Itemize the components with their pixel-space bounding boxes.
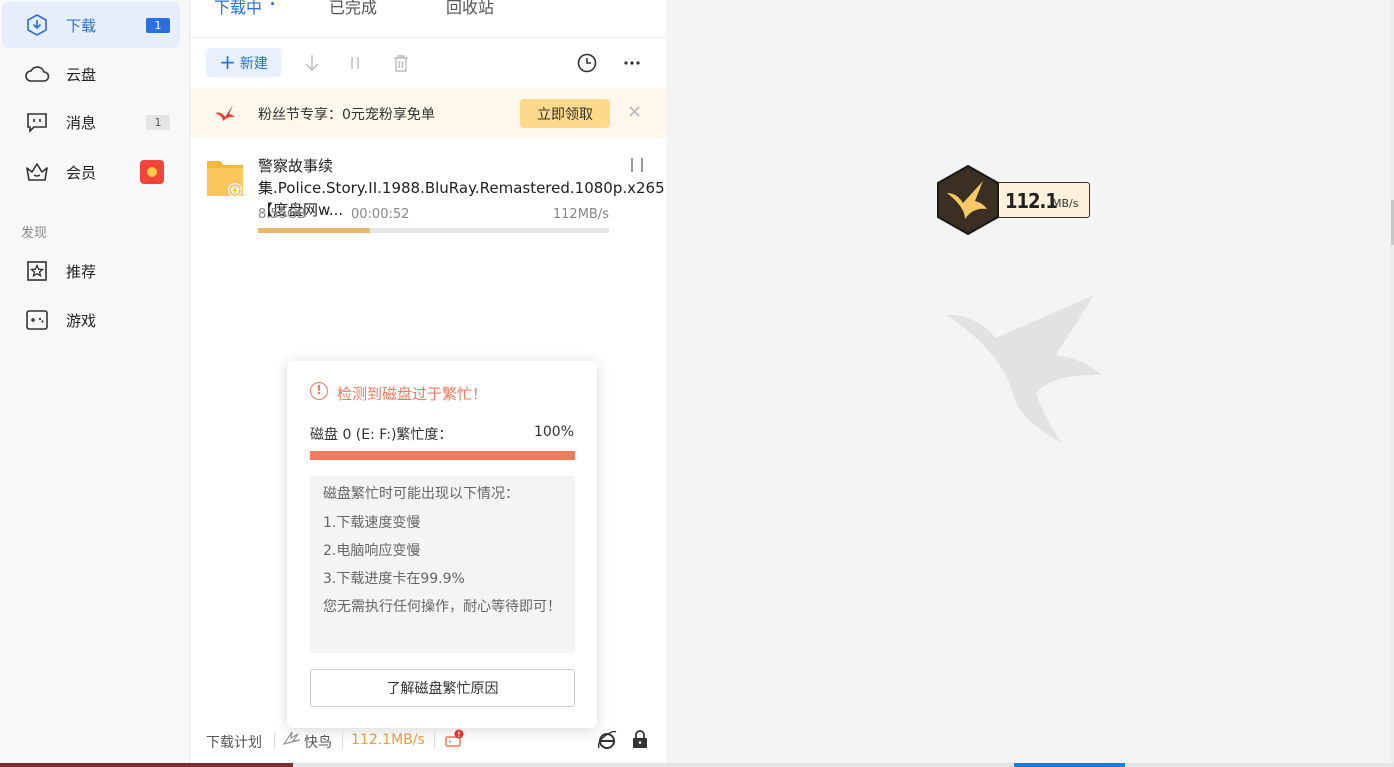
status-bar: 下载计划 快鸟 112.1MB/s	[191, 725, 666, 755]
download-plan-link[interactable]: 下载计划	[206, 732, 262, 752]
new-task-button[interactable]: + 新建	[206, 48, 281, 77]
quick-bird-icon	[282, 730, 301, 750]
sidebar-item-label: 会员	[66, 163, 97, 182]
trash-icon[interactable]	[390, 52, 412, 74]
xunlei-bird-icon	[213, 103, 237, 127]
sidebar: 下载 1 云盘 消息 1 会员 发现 推荐 游戏	[0, 0, 190, 767]
task-size: 8.55GB	[258, 207, 306, 222]
hummingbird-hex-icon	[937, 164, 999, 236]
sidebar-item-label: 推荐	[66, 262, 97, 281]
more-icon[interactable]	[621, 52, 643, 74]
ie-browser-icon[interactable]	[596, 729, 618, 755]
red-packet-icon[interactable]	[140, 160, 164, 184]
info-line: 1.下载速度变慢	[323, 515, 421, 531]
sidebar-item-download[interactable]: 下载 1	[2, 2, 180, 48]
task-speed: 112MB/s	[552, 207, 609, 222]
message-icon	[24, 109, 50, 135]
tab-downloading[interactable]: 下载中	[214, 0, 262, 18]
warning-icon: !	[310, 382, 328, 400]
download-task[interactable]: 警察故事续集.Police.Story.II.1988.BluRay.Remas…	[191, 150, 770, 240]
disk-busy-percent: 100%	[533, 424, 574, 440]
star-icon	[24, 258, 50, 284]
learn-disk-busy-button[interactable]: 了解磁盘繁忙原因	[310, 669, 575, 707]
quick-bird-link[interactable]: 快鸟	[304, 732, 332, 752]
plus-icon: +	[219, 49, 236, 74]
info-line: 2.电脑响应变慢	[323, 543, 421, 559]
promo-text: 粉丝节专享：0元宠粉享免单	[258, 107, 435, 123]
cloud-icon	[24, 61, 50, 87]
scrollbar-track[interactable]	[1390, 0, 1394, 767]
widget-speed-value: 112.1	[1005, 189, 1058, 213]
tab-recycle-bin[interactable]: 回收站	[446, 0, 494, 18]
discover-section-label: 发现	[21, 226, 48, 241]
sidebar-item-label: 下载	[66, 16, 97, 35]
crown-icon	[24, 159, 50, 185]
pause-all-icon[interactable]	[344, 52, 366, 74]
close-icon[interactable]: ✕	[627, 102, 642, 123]
download-icon	[24, 12, 50, 38]
claim-button[interactable]: 立即领取	[520, 99, 610, 128]
taskbar-strip	[0, 763, 1394, 767]
sidebar-item-label: 云盘	[66, 65, 97, 84]
gamepad-icon	[24, 307, 50, 333]
sidebar-item-vip[interactable]: 会员	[2, 149, 180, 195]
disk-warning-icon[interactable]	[444, 729, 464, 753]
sidebar-item-cloud[interactable]: 云盘	[2, 51, 180, 97]
widget-speed-unit: MB/s	[1052, 197, 1079, 210]
toolbar: + 新建	[191, 38, 666, 88]
tab-completed[interactable]: 已完成	[329, 0, 377, 18]
sidebar-item-messages[interactable]: 消息 1	[2, 99, 180, 145]
promo-banner: 粉丝节专享：0元宠粉享免单 立即领取 ✕	[191, 88, 666, 138]
new-task-label: 新建	[239, 55, 268, 72]
pause-icon[interactable]	[631, 158, 643, 172]
disk-busy-popup: ! 检测到磁盘过于繁忙！ 磁盘 0 (E: F:)繁忙度： 100% 磁盘繁忙时…	[287, 361, 597, 728]
sidebar-item-recommend[interactable]: 推荐	[2, 248, 180, 294]
popup-title: 检测到磁盘过于繁忙！	[337, 385, 488, 403]
popup-info-box: 磁盘繁忙时可能出现以下情况： 1.下载速度变慢 2.电脑响应变慢 3.下载进度卡…	[310, 476, 575, 653]
clock-icon[interactable]	[576, 52, 598, 74]
sidebar-item-label: 游戏	[66, 311, 97, 330]
disk-busy-label: 磁盘 0 (E: F:)繁忙度：	[310, 427, 453, 443]
info-line: 3.下载进度卡在99.9%	[323, 571, 465, 587]
tab-indicator-dot	[271, 2, 274, 5]
sidebar-item-label: 消息	[66, 113, 97, 132]
download-count-badge: 1	[146, 17, 170, 33]
task-progress-bar	[258, 228, 609, 233]
speed-box: 112.1 MB/s	[996, 182, 1090, 218]
message-count-badge: 1	[146, 114, 170, 130]
total-speed: 112.1MB/s	[351, 732, 425, 748]
folder-icon	[206, 158, 244, 202]
disk-busy-bar	[310, 451, 575, 460]
floating-speed-widget[interactable]: 112.1 MB/s	[935, 163, 1095, 241]
hummingbird-watermark-icon	[946, 295, 1102, 443]
info-line: 磁盘繁忙时可能出现以下情况：	[323, 486, 519, 502]
lock-icon[interactable]	[631, 729, 649, 753]
task-remaining-time: 00:00:52	[351, 207, 410, 222]
disk-busy-fill	[310, 451, 575, 460]
task-progress-fill	[258, 228, 371, 233]
start-download-icon[interactable]	[301, 52, 323, 74]
tab-bar: 下载中 已完成 回收站	[191, 0, 666, 38]
sidebar-item-games[interactable]: 游戏	[2, 297, 180, 343]
info-line: 您无需执行任何操作，耐心等待即可！	[323, 599, 561, 615]
